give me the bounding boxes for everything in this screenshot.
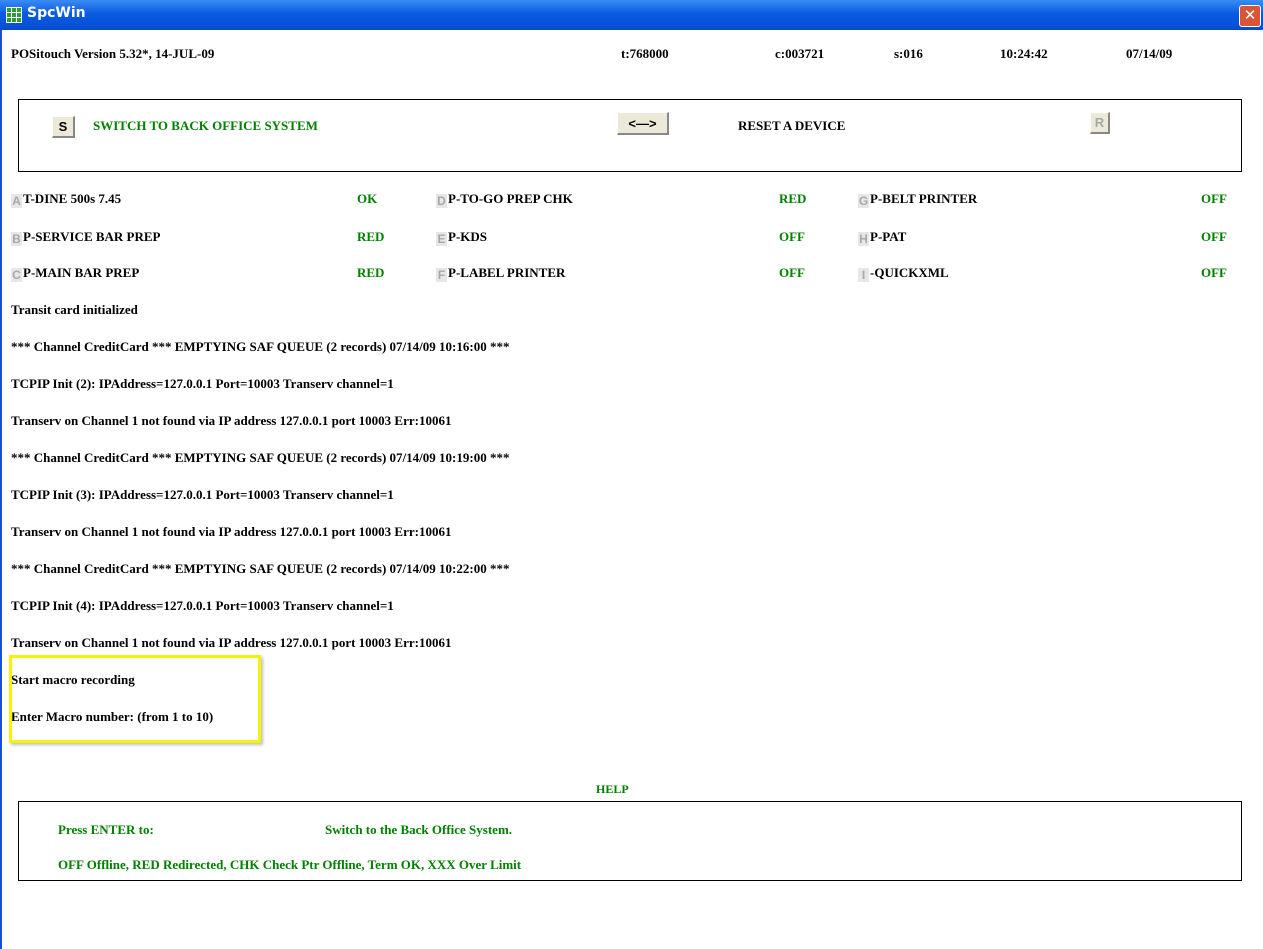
- device-name: T-DINE 500s 7.45: [23, 191, 122, 206]
- device-status: RED: [779, 191, 807, 206]
- log-line: Transit card initialized: [11, 302, 138, 317]
- device-key-a: A: [11, 194, 22, 208]
- help-legend: OFF Offline, RED Redirected, CHK Check P…: [58, 857, 522, 872]
- device-key-i: I: [858, 268, 869, 282]
- check-number: c:003721: [775, 46, 825, 61]
- help-title: HELP: [596, 782, 629, 796]
- log-line: Transerv on Channel 1 not found via IP a…: [11, 524, 452, 539]
- device-key-d: D: [436, 194, 447, 208]
- log-line: TCPIP Init (4): IPAddress=127.0.0.1 Port…: [11, 598, 394, 613]
- log-line: Transerv on Channel 1 not found via IP a…: [11, 635, 452, 650]
- device-f[interactable]: F P-LABEL PRINTER: [436, 265, 565, 282]
- window-title: SpcWin: [27, 5, 86, 21]
- reset-device-key[interactable]: R: [1090, 112, 1110, 134]
- device-key-h: H: [858, 232, 869, 246]
- clock-time: 10:24:42: [1000, 46, 1048, 61]
- reset-device-label[interactable]: RESET A DEVICE: [738, 118, 845, 134]
- highlight-annotation: [9, 655, 261, 743]
- version-text: POSitouch Version 5.32*, 14-JUL-09: [11, 46, 215, 61]
- log-line: TCPIP Init (2): IPAddress=127.0.0.1 Port…: [11, 376, 394, 391]
- device-status: OFF: [779, 229, 805, 244]
- title-bar: SpcWin ✕: [0, 0, 1263, 30]
- device-name: P-PAT: [870, 229, 907, 244]
- device-i[interactable]: I -QUICKXML: [858, 265, 949, 282]
- device-c[interactable]: C P-MAIN BAR PREP: [11, 265, 139, 282]
- device-key-g: G: [858, 194, 869, 208]
- device-g[interactable]: G P-BELT PRINTER: [858, 191, 977, 208]
- device-name: P-MAIN BAR PREP: [23, 265, 140, 280]
- device-name: P-BELT PRINTER: [870, 191, 978, 206]
- log-line: *** Channel CreditCard *** EMPTYING SAF …: [11, 561, 510, 576]
- current-date: 07/14/09: [1126, 46, 1173, 61]
- device-status: OFF: [1201, 191, 1227, 206]
- device-key-c: C: [11, 268, 22, 282]
- device-status: OFF: [1201, 229, 1227, 244]
- window-left-border: [0, 30, 2, 949]
- device-a[interactable]: A T-DINE 500s 7.45: [11, 191, 121, 208]
- device-status: RED: [357, 265, 385, 280]
- log-line: *** Channel CreditCard *** EMPTYING SAF …: [11, 450, 510, 465]
- close-icon: ✕: [1243, 6, 1257, 24]
- app-grid-icon: [6, 7, 22, 23]
- switch-back-office-label[interactable]: SWITCH TO BACK OFFICE SYSTEM: [93, 118, 318, 134]
- toggle-arrow-button[interactable]: <—>: [617, 112, 669, 135]
- log-line: Transerv on Channel 1 not found via IP a…: [11, 413, 452, 428]
- help-press-enter: Press ENTER to:: [58, 822, 154, 837]
- device-e[interactable]: E P-KDS: [436, 229, 487, 246]
- device-name: P-LABEL PRINTER: [448, 265, 566, 280]
- close-button[interactable]: ✕: [1239, 5, 1261, 27]
- device-d[interactable]: D P-TO-GO PREP CHK: [436, 191, 573, 208]
- device-key-b: B: [11, 232, 22, 246]
- device-key-f: F: [436, 268, 447, 282]
- switch-back-office-key[interactable]: S: [52, 116, 75, 138]
- server-number: s:016: [894, 46, 923, 61]
- device-status: OK: [357, 191, 378, 206]
- device-name: P-KDS: [448, 229, 487, 244]
- device-b[interactable]: B P-SERVICE BAR PREP: [11, 229, 161, 246]
- device-name: P-SERVICE BAR PREP: [23, 229, 161, 244]
- device-name: P-TO-GO PREP CHK: [448, 191, 573, 206]
- device-name: -QUICKXML: [870, 265, 949, 280]
- device-status: OFF: [1201, 265, 1227, 280]
- device-h[interactable]: H P-PAT: [858, 229, 906, 246]
- device-status: OFF: [779, 265, 805, 280]
- log-line: *** Channel CreditCard *** EMPTYING SAF …: [11, 339, 510, 354]
- device-status: RED: [357, 229, 385, 244]
- help-action: Switch to the Back Office System.: [325, 822, 513, 837]
- action-panel: [18, 99, 1242, 172]
- device-key-e: E: [436, 232, 447, 246]
- terminal-number: t:768000: [621, 46, 669, 61]
- log-line: TCPIP Init (3): IPAddress=127.0.0.1 Port…: [11, 487, 394, 502]
